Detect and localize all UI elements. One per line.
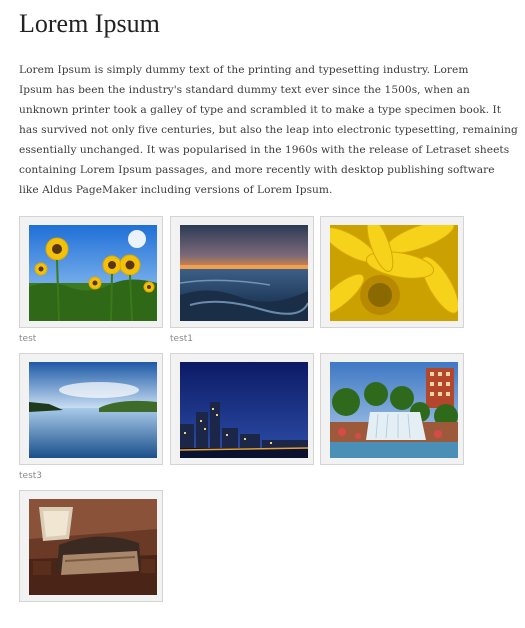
lake-landscape-photo (29, 362, 157, 458)
gallery-caption (320, 470, 466, 482)
gallery-caption (320, 333, 466, 345)
intro-line: like Aldus PageMaker including versions … (19, 184, 333, 196)
intro-line: unknown printer took a galley of type an… (19, 104, 502, 116)
intro-paragraph: Lorem Ipsum is simply dummy text of the … (19, 60, 525, 200)
intro-line: containing Lorem Ipsum passages, and mor… (19, 164, 495, 176)
gallery-item: test1 (170, 216, 316, 345)
sunflowers-photo (29, 225, 157, 321)
gallery-item (320, 353, 466, 482)
intro-line: Ipsum has been the industry's standard d… (19, 84, 470, 96)
gallery-caption: test (19, 334, 37, 344)
bedroom-photo (29, 499, 157, 595)
gallery-item (170, 353, 316, 482)
gallery-thumbnail-link[interactable] (19, 353, 163, 465)
gallery-caption (170, 470, 316, 482)
gallery-item: test3 (19, 353, 165, 482)
gallery-thumbnail-link[interactable] (19, 216, 163, 328)
gallery-item (19, 490, 165, 619)
gallery-caption (19, 607, 165, 619)
waterfall-resort-photo (330, 362, 458, 458)
gallery-thumbnail-link[interactable] (320, 353, 464, 465)
gallery-item (320, 216, 466, 345)
page-content: Lorem Ipsum Lorem Ipsum is simply dummy … (19, 8, 525, 602)
gallery-caption: test1 (170, 334, 194, 344)
yellow-flower-photo (330, 225, 458, 321)
intro-line: essentially unchanged. It was popularise… (19, 144, 510, 156)
gallery-thumbnail-link[interactable] (19, 490, 163, 602)
gallery-item: test (19, 216, 165, 345)
gallery-caption: test3 (19, 471, 43, 481)
page-title: Lorem Ipsum (19, 9, 160, 38)
gallery-thumbnail-link[interactable] (170, 216, 314, 328)
gallery-thumbnail-link[interactable] (320, 216, 464, 328)
night-city-photo (180, 362, 308, 458)
intro-line: Lorem Ipsum is simply dummy text of the … (19, 64, 469, 76)
intro-line: has survived not only five centuries, bu… (19, 124, 518, 136)
gallery-thumbnail-link[interactable] (170, 353, 314, 465)
sunset-beach-photo (180, 225, 308, 321)
